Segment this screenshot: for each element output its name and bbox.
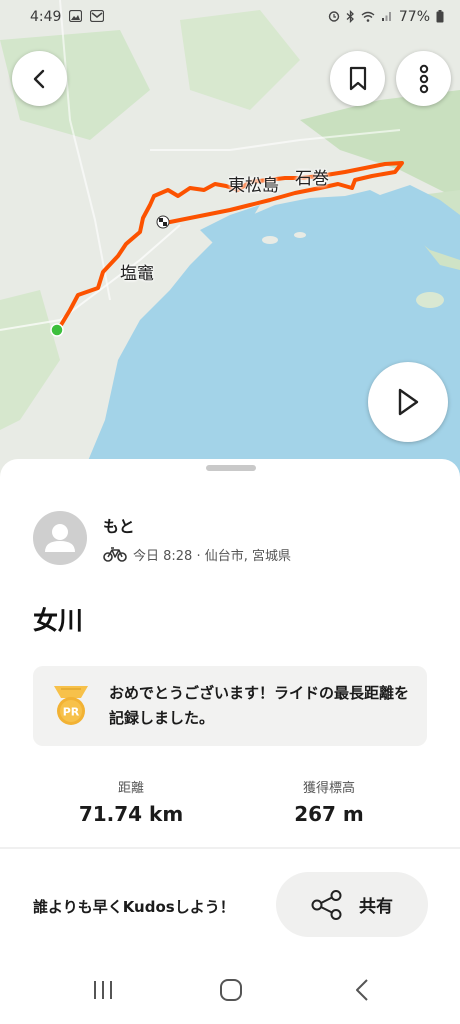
divider (0, 847, 460, 849)
athlete-header[interactable]: もと 今日 8:28 · 仙台市, 宮城県 (33, 511, 291, 565)
battery-level: 77% (398, 9, 430, 25)
bookmark-icon (349, 66, 366, 90)
bike-icon (103, 547, 127, 562)
stats-row: 距離 71.74 km 獲得標高 267 m (0, 777, 460, 837)
nav-back-icon (356, 979, 368, 1001)
route-start-marker (50, 323, 64, 337)
play-icon (398, 388, 419, 416)
achievement-banner[interactable]: PR おめでとうございます！ライドの最長距離を記録しました。 (33, 666, 427, 746)
share-button[interactable]: 共有 (276, 872, 428, 937)
status-time: 4:49 (30, 9, 62, 25)
home-icon (220, 979, 242, 1001)
stat-label: 獲得標高 (302, 781, 355, 796)
kudos-prompt[interactable]: 誰よりも早くKudosしよう！ (33, 896, 235, 917)
mail-icon (90, 9, 105, 24)
sheet-drag-handle[interactable] (206, 465, 256, 471)
alarm-icon (328, 10, 340, 24)
avatar-placeholder-icon (45, 524, 75, 552)
more-button[interactable] (396, 51, 451, 106)
back-arrow-icon (33, 69, 44, 88)
system-nav-bar (0, 965, 460, 1024)
photo-icon (69, 9, 83, 24)
map-label-shiogama: 塩竈 (120, 264, 154, 284)
more-vertical-icon (419, 64, 428, 93)
stat-label: 距離 (117, 781, 144, 796)
status-bar: 4:49 77% (0, 0, 460, 34)
share-label: 共有 (359, 897, 393, 917)
wifi-icon (361, 11, 375, 24)
nav-back-button[interactable] (347, 975, 377, 1005)
bookmark-button[interactable] (330, 51, 385, 106)
stat-value: 71.74 km (78, 802, 184, 826)
back-button[interactable] (12, 51, 67, 106)
activity-meta: 今日 8:28 · 仙台市, 宮城県 (133, 548, 291, 564)
pr-medal-icon: PR (54, 686, 88, 725)
stat-value: 267 m (294, 802, 364, 826)
map-label-higashimatsushima: 東松島 (228, 176, 279, 196)
activity-title: 女川 (33, 606, 84, 635)
signal-icon (381, 10, 393, 24)
share-icon (311, 889, 342, 920)
stat-elevation: 獲得標高 267 m (214, 777, 444, 826)
achievement-text: おめでとうございます！ライドの最長距離を記録しました。 (109, 684, 410, 727)
battery-icon (436, 9, 444, 25)
map-label-ishinomaki: 石巻 (295, 169, 329, 189)
recent-apps-icon (94, 981, 112, 999)
route-end-marker (156, 215, 170, 229)
activity-sheet: もと 今日 8:28 · 仙台市, 宮城県 女川 PR おめでとうございます！ラ… (0, 459, 460, 1024)
pr-badge-text: PR (63, 706, 80, 719)
athlete-name[interactable]: もと (103, 513, 291, 537)
stat-distance: 距離 71.74 km (16, 777, 246, 826)
bluetooth-icon (346, 9, 355, 25)
recent-apps-button[interactable] (88, 975, 118, 1005)
avatar[interactable] (33, 511, 87, 565)
home-button[interactable] (216, 975, 246, 1005)
play-button[interactable] (368, 362, 448, 442)
